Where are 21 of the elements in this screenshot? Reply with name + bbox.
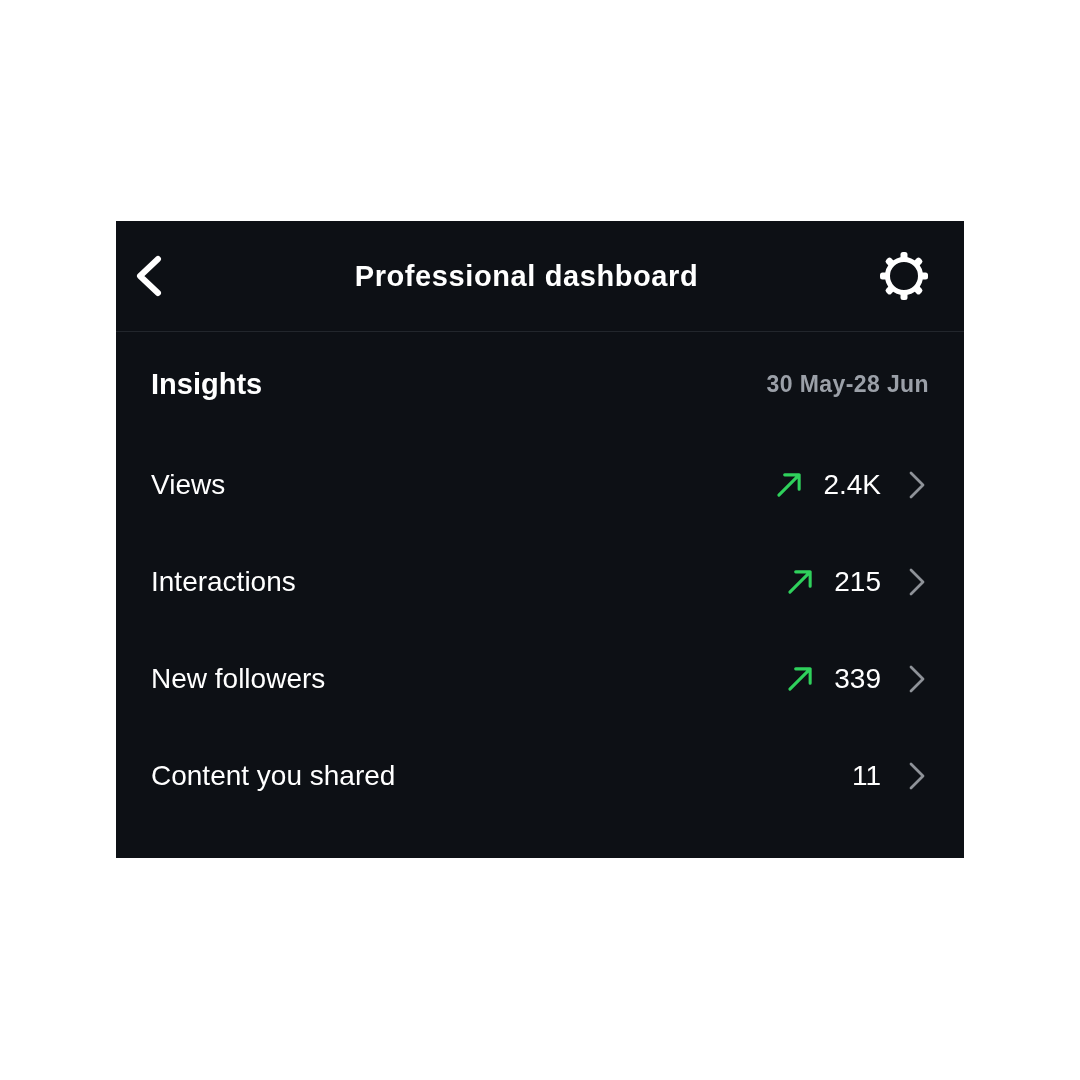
section-title: Insights	[151, 367, 263, 401]
chevron-right-icon	[908, 663, 926, 694]
insight-row[interactable]: Interactions 215	[116, 533, 964, 630]
insight-row[interactable]: Content you shared 11	[116, 727, 964, 824]
row-label: Content you shared	[151, 759, 396, 792]
row-value: 2.4K	[823, 468, 881, 501]
chevron-right-icon	[908, 760, 926, 791]
row-label: Views	[151, 468, 226, 501]
row-value: 215	[834, 565, 881, 598]
page-title: Professional dashboard	[354, 259, 699, 293]
row-value: 11	[851, 759, 881, 792]
back-icon[interactable]	[135, 255, 163, 297]
insight-row[interactable]: New followers 339	[116, 630, 964, 727]
row-label: Interactions	[151, 565, 296, 598]
chevron-right-icon	[908, 469, 926, 500]
row-label: New followers	[151, 662, 326, 695]
date-range[interactable]: 30 May-28 Jun	[766, 370, 929, 398]
insight-row[interactable]: Views 2.4K	[116, 436, 964, 533]
chevron-right-icon	[908, 566, 926, 597]
row-value: 339	[834, 662, 881, 695]
settings-icon[interactable]	[880, 252, 928, 300]
